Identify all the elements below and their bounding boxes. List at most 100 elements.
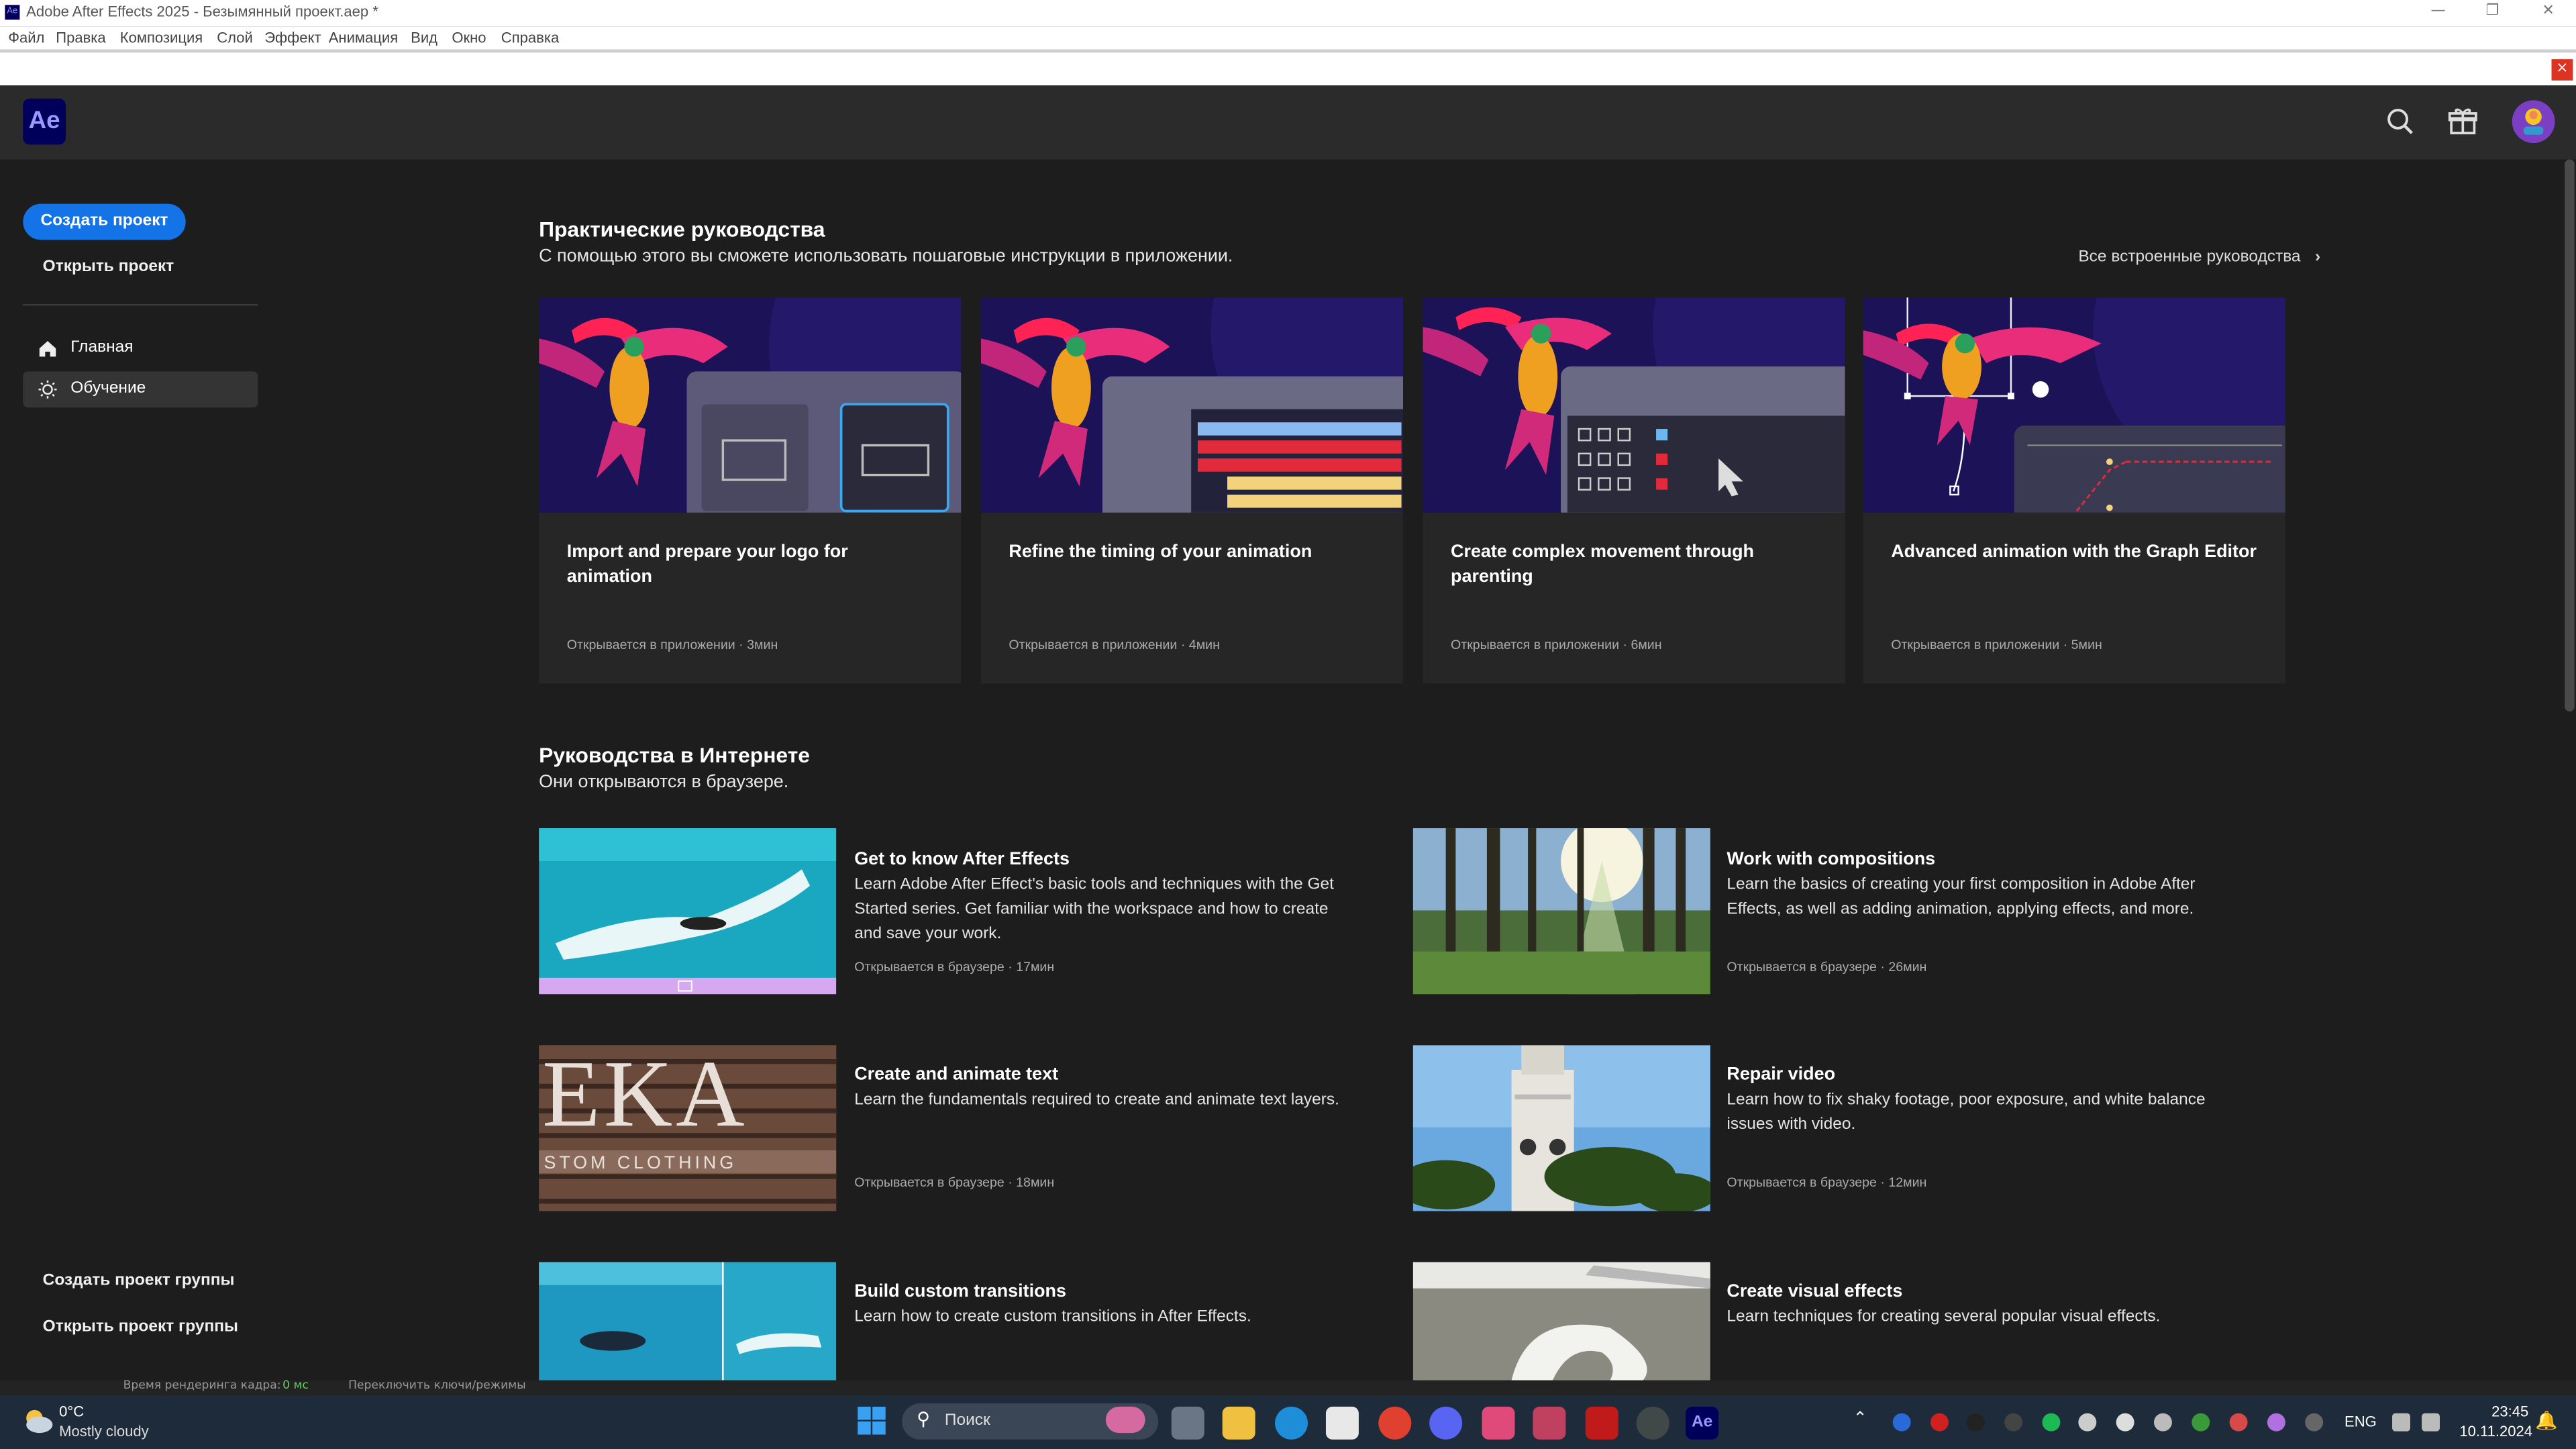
- menu-window[interactable]: Окно: [452, 30, 486, 46]
- tutorial-meta: Открывается в приложении · 3мин: [566, 638, 778, 653]
- app-icon-pink[interactable]: [1482, 1406, 1515, 1440]
- tray-icon-5[interactable]: [2042, 1413, 2061, 1432]
- web-tutorial-title[interactable]: Work with compositions: [1727, 850, 1935, 869]
- tutorial-meta: Открывается в приложении · 4мин: [1009, 638, 1220, 653]
- search-highlight-icon: [1105, 1406, 1145, 1434]
- tray-icon-2[interactable]: [1930, 1413, 1949, 1432]
- store-icon[interactable]: [1325, 1406, 1359, 1440]
- menu-bar: Файл Правка Композиция Слой Эффект Анима…: [0, 26, 2576, 51]
- tutorial-title: Import and prepare your logo for animati…: [566, 542, 848, 587]
- minimize-icon[interactable]: —: [2422, 3, 2455, 23]
- all-inapp-tutorials-link[interactable]: Все встроенные руководства ›: [2078, 248, 2320, 266]
- inapp-section-subtitle: С помощью этого вы сможете использовать …: [539, 246, 1233, 266]
- steam-icon[interactable]: [2153, 1413, 2172, 1432]
- clock-date[interactable]: 10.11.2024: [2459, 1423, 2532, 1439]
- app-icon-dark[interactable]: [1636, 1406, 1669, 1440]
- sidebar-item-learn[interactable]: Обучение: [23, 371, 258, 408]
- web-tutorial-title[interactable]: Get to know After Effects: [854, 850, 1070, 869]
- microphone-icon[interactable]: [2305, 1413, 2324, 1432]
- tutorial-card[interactable]: Refine the timing of your animation Откр…: [980, 297, 1404, 684]
- web-tutorial-title[interactable]: Repair video: [1727, 1065, 1835, 1085]
- menu-edit[interactable]: Правка: [56, 30, 105, 46]
- web-tutorial-description: Learn the fundamentals required to creat…: [854, 1091, 1339, 1109]
- weather-icon: [26, 1409, 53, 1434]
- web-tutorial-thumbnail[interactable]: EKA STOM CLOTHING: [539, 1045, 837, 1211]
- taskbar-search[interactable]: ⚲ Поиск: [902, 1403, 1159, 1440]
- web-tutorial-description: Learn how to create custom transitions i…: [854, 1308, 1251, 1326]
- tray-icon-7[interactable]: [2116, 1413, 2134, 1432]
- menu-view[interactable]: Вид: [411, 30, 437, 46]
- sidebar-item-home[interactable]: Главная: [23, 330, 258, 366]
- telegram-icon[interactable]: [1533, 1406, 1566, 1440]
- tutorial-title: Refine the timing of your animation: [1009, 542, 1312, 562]
- create-team-project-button[interactable]: Создать проект группы: [43, 1272, 235, 1290]
- weather-desc[interactable]: Mostly cloudy: [59, 1423, 149, 1439]
- weather-temp[interactable]: 0°C: [59, 1403, 84, 1419]
- web-tutorial-description: Learn the basics of creating your first …: [1727, 876, 2196, 919]
- menu-file[interactable]: Файл: [8, 30, 44, 46]
- menu-animation[interactable]: Анимация: [329, 30, 398, 46]
- open-team-project-button[interactable]: Открыть проект группы: [43, 1318, 238, 1336]
- web-tutorial-thumbnail[interactable]: [1412, 1262, 1710, 1381]
- clock-time[interactable]: 23:45: [2459, 1403, 2528, 1419]
- onedrive-icon[interactable]: [2078, 1413, 2097, 1432]
- discord-icon[interactable]: [1429, 1406, 1463, 1440]
- tray-icon-3[interactable]: [1966, 1413, 1985, 1432]
- menu-effect[interactable]: Эффект: [264, 30, 321, 46]
- web-tutorial-description: Learn Adobe After Effect's basic tools a…: [854, 876, 1334, 944]
- edge-icon[interactable]: [1275, 1406, 1308, 1440]
- task-view-icon[interactable]: [1171, 1406, 1204, 1440]
- web-tutorial-meta: Открывается в браузере · 26мин: [1727, 959, 1927, 975]
- avatar[interactable]: [2512, 100, 2555, 144]
- tray-icon-11[interactable]: [2267, 1413, 2285, 1432]
- menu-help[interactable]: Справка: [501, 30, 559, 46]
- web-tutorial-title[interactable]: Build custom transitions: [854, 1282, 1066, 1301]
- tutorial-thumbnail: [1423, 297, 1845, 513]
- menu-layer[interactable]: Слой: [217, 30, 253, 46]
- tray-icon-4[interactable]: [2004, 1413, 2023, 1432]
- tutorial-meta: Открывается в приложении · 5мин: [1891, 638, 2102, 653]
- search-icon[interactable]: [2384, 105, 2417, 138]
- menu-composition[interactable]: Композиция: [120, 30, 203, 46]
- web-tutorial-thumbnail[interactable]: [1412, 828, 1710, 995]
- network-icon[interactable]: [2392, 1413, 2410, 1432]
- tutorial-card[interactable]: Import and prepare your logo for animati…: [539, 297, 962, 684]
- filezilla-icon[interactable]: [1585, 1406, 1618, 1440]
- tray-icon-1[interactable]: [1892, 1413, 1911, 1432]
- web-tutorial-thumbnail[interactable]: [539, 1262, 837, 1381]
- notification-bell-icon[interactable]: 🔔: [2535, 1410, 2558, 1432]
- after-effects-taskbar-icon[interactable]: Ae: [1686, 1406, 1719, 1440]
- thumbnail-subtext: STOM CLOTHING: [544, 1153, 737, 1174]
- content-scrollbar[interactable]: [2565, 159, 2575, 712]
- restore-icon[interactable]: ❐: [2476, 3, 2509, 23]
- web-tutorial-thumbnail[interactable]: [539, 828, 837, 995]
- close-window-icon[interactable]: ✕: [2532, 3, 2565, 23]
- sidebar-divider: [23, 303, 258, 306]
- tray-icon-10[interactable]: [2229, 1413, 2248, 1432]
- ae-logo: Ae: [23, 98, 66, 145]
- create-project-button[interactable]: Создать проект: [23, 203, 186, 240]
- home-header: [0, 85, 2576, 160]
- app-icon: Ae: [5, 5, 20, 20]
- web-section-title: Руководства в Интернете: [539, 742, 810, 768]
- language-indicator[interactable]: ENG: [2345, 1413, 2377, 1430]
- file-explorer-icon[interactable]: [1222, 1406, 1255, 1440]
- close-home-icon[interactable]: ×: [2551, 59, 2573, 81]
- toggle-switches-label[interactable]: Переключить ключи/режимы: [348, 1379, 526, 1392]
- start-icon[interactable]: [858, 1406, 887, 1436]
- tray-chevron-up-icon[interactable]: ⌃: [1853, 1410, 1867, 1428]
- tray-icon-9[interactable]: [2192, 1413, 2210, 1432]
- volume-icon[interactable]: [2422, 1413, 2440, 1432]
- gift-icon[interactable]: [2446, 105, 2479, 138]
- web-tutorial-title[interactable]: Create visual effects: [1727, 1282, 1902, 1301]
- open-project-button[interactable]: Открыть проект: [43, 258, 174, 276]
- chrome-icon[interactable]: [1378, 1406, 1412, 1440]
- sidebar-item-label: Главная: [70, 338, 134, 357]
- tutorial-card[interactable]: Advanced animation with the Graph Editor…: [1863, 297, 2285, 684]
- web-tutorial-thumbnail[interactable]: [1412, 1045, 1710, 1211]
- tutorial-card[interactable]: Create complex movement through parentin…: [1423, 297, 1845, 684]
- web-tutorial-meta: Открывается в браузере · 18мин: [854, 1175, 1055, 1190]
- web-tutorial-title[interactable]: Create and animate text: [854, 1065, 1058, 1085]
- window-titlebar: Ae Adobe After Effects 2025 - Безымянный…: [0, 0, 2576, 27]
- web-tutorial-description: Learn techniques for creating several po…: [1727, 1308, 2161, 1326]
